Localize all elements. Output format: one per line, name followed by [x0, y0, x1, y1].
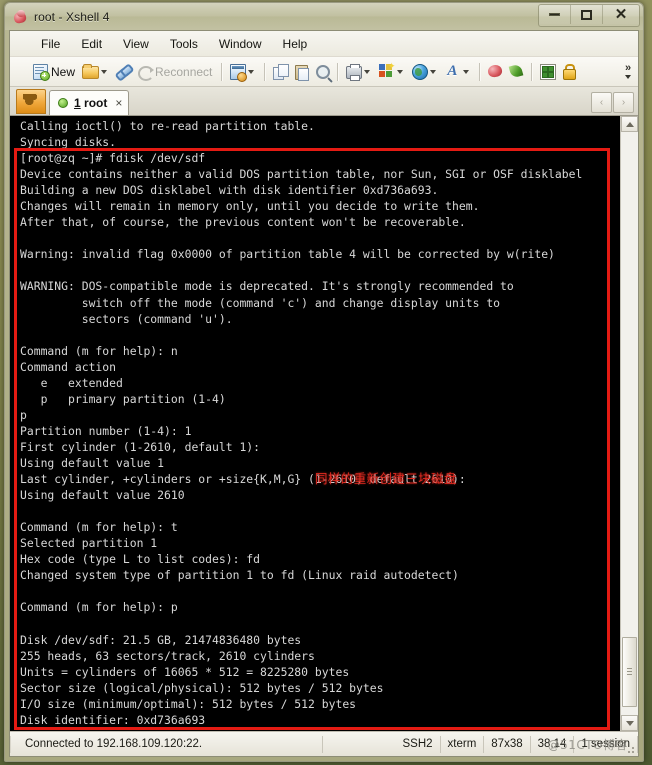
print-button[interactable] — [343, 60, 376, 84]
web-browser-icon — [411, 63, 429, 80]
paw-icon — [23, 94, 37, 107]
reconnect-label: Reconnect — [155, 64, 213, 79]
tab-close-icon[interactable]: × — [115, 97, 122, 109]
toolbar-separator-3 — [337, 62, 340, 81]
font-icon: A — [447, 63, 458, 79]
menu-edit[interactable]: Edit — [72, 34, 111, 54]
tab-nav-prev-button[interactable]: ‹ — [591, 92, 612, 113]
menu-bar: File Edit View Tools Window Help — [10, 31, 638, 57]
menu-help[interactable]: Help — [274, 34, 317, 54]
tab-nav-buttons: ‹ › — [590, 92, 634, 113]
find-button[interactable] — [312, 60, 333, 84]
open-session-button[interactable] — [80, 60, 113, 84]
title-bar: root - Xshell 4 ✕ — [5, 3, 643, 30]
close-button[interactable]: ✕ — [603, 5, 639, 24]
terminal-output: Calling ioctl() to re-read partition tab… — [20, 119, 583, 727]
reconnect-button: Reconnect — [134, 60, 217, 84]
tab-connected-indicator-icon — [58, 98, 68, 108]
color-scheme-icon: ✦ — [378, 62, 395, 80]
terminal-scrollbar[interactable] — [620, 116, 638, 731]
xshell-window: root - Xshell 4 ✕ File Edit View Tools W… — [4, 2, 644, 762]
toolbar-separator-2 — [264, 62, 267, 81]
status-terminal-type: xterm — [441, 735, 485, 753]
toolbar: New Reconnect ✦ A » — [10, 57, 638, 87]
xshell-icon — [487, 63, 504, 80]
terminal-area: Calling ioctl() to re-read partition tab… — [10, 116, 638, 731]
xshell-logo-icon — [12, 9, 28, 25]
minimize-icon — [549, 13, 560, 16]
print-dropdown-icon[interactable] — [364, 69, 371, 74]
window-client-area: File Edit View Tools Window Help New Rec… — [9, 30, 639, 757]
toolbar-separator-1 — [221, 62, 224, 81]
status-connection: Connected to 192.168.109.120:22. — [10, 735, 323, 753]
status-bar: Connected to 192.168.109.120:22. SSH2 xt… — [10, 731, 638, 756]
find-icon — [314, 63, 331, 80]
window-controls: ✕ — [538, 4, 640, 27]
menu-view[interactable]: View — [114, 34, 158, 54]
new-session-icon — [32, 63, 50, 81]
toolbar-separator-5 — [531, 62, 534, 81]
copy-button[interactable] — [270, 60, 291, 84]
scrollbar-thumb[interactable] — [622, 637, 637, 707]
web-browser-button[interactable] — [409, 60, 442, 84]
chevron-down-icon — [625, 720, 634, 726]
session-manager-button[interactable] — [227, 60, 260, 84]
scroll-down-button[interactable] — [621, 715, 638, 731]
xshell-button[interactable] — [485, 60, 506, 84]
chevron-up-icon — [625, 121, 634, 127]
close-icon: ✕ — [614, 6, 628, 23]
tab-1-root[interactable]: 1 root × — [49, 90, 130, 115]
tab-nav-next-button[interactable]: › — [613, 92, 634, 113]
minimize-button[interactable] — [539, 5, 571, 24]
xftp-button[interactable] — [506, 60, 527, 84]
xftp-icon — [508, 63, 525, 80]
session-manager-icon — [229, 63, 248, 82]
paste-button[interactable] — [291, 60, 312, 84]
open-session-dropdown-icon[interactable] — [101, 69, 108, 74]
print-icon — [345, 63, 363, 81]
connect-button[interactable] — [113, 60, 134, 84]
copy-icon — [272, 63, 290, 80]
status-screen-size: 87x38 — [484, 735, 531, 753]
toolbar-overflow-button[interactable]: » — [620, 58, 636, 84]
arrange-layout-icon — [539, 63, 557, 80]
terminal-screen[interactable]: Calling ioctl() to re-read partition tab… — [10, 116, 620, 731]
web-browser-dropdown-icon[interactable] — [430, 69, 437, 74]
new-session-button[interactable]: New — [30, 60, 80, 84]
new-tab-button[interactable] — [16, 89, 46, 114]
chevron-down-icon — [625, 74, 631, 79]
lock-icon — [560, 63, 577, 80]
scrollbar-grip-icon — [627, 668, 632, 676]
lock-button[interactable] — [558, 60, 579, 84]
toolbar-overflow-label: » — [624, 61, 632, 74]
window-title: root - Xshell 4 — [34, 9, 110, 24]
tab-label: 1 root — [74, 96, 108, 110]
connect-link-icon — [115, 63, 132, 80]
paste-icon — [293, 63, 310, 81]
menu-tools[interactable]: Tools — [161, 34, 207, 54]
watermark: @51CTO博客 — [547, 737, 628, 752]
menu-file[interactable]: File — [32, 34, 69, 54]
scroll-up-button[interactable] — [621, 116, 638, 132]
maximize-icon — [581, 9, 592, 20]
annotation-text: 同样的重新创建三块磁盘 — [315, 471, 457, 486]
font-button[interactable]: A — [442, 60, 475, 84]
arrange-layout-button[interactable] — [537, 60, 558, 84]
color-scheme-button[interactable]: ✦ — [376, 60, 409, 84]
maximize-button[interactable] — [571, 5, 603, 24]
resize-grip-icon[interactable] — [624, 743, 636, 755]
session-manager-dropdown-icon[interactable] — [248, 69, 255, 74]
tab-strip: 1 root × ‹ › — [10, 87, 638, 116]
toolbar-separator-4 — [479, 62, 482, 81]
open-folder-icon — [82, 63, 100, 80]
new-session-label: New — [51, 64, 76, 79]
menu-window[interactable]: Window — [210, 34, 271, 54]
reconnect-icon — [136, 63, 155, 81]
font-dropdown-icon[interactable] — [463, 69, 470, 74]
color-scheme-dropdown-icon[interactable] — [397, 69, 404, 74]
status-protocol: SSH2 — [395, 735, 441, 753]
